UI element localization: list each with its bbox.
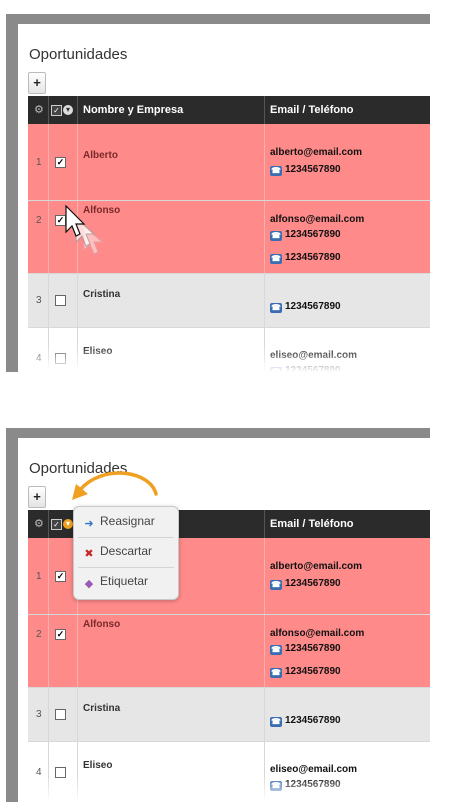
row-number: 2: [36, 629, 42, 640]
phone-icon: ☎: [270, 580, 282, 590]
row-checkbox[interactable]: ✓: [55, 157, 66, 168]
column-header-contact[interactable]: Email / Teléfono: [270, 96, 354, 124]
row-number: 2: [36, 215, 42, 226]
gear-icon[interactable]: ⚙: [34, 104, 46, 116]
contact-phone[interactable]: ☎ 1234567890: [270, 715, 341, 727]
row-number: 3: [36, 295, 42, 306]
row-checkbox[interactable]: [55, 767, 66, 778]
row-checkbox[interactable]: [55, 709, 66, 720]
contact-phone[interactable]: ☎ 1234567890: [270, 643, 341, 655]
row-checkbox[interactable]: ✓: [55, 571, 66, 582]
header-divider: [48, 510, 49, 538]
page-title: Oportunidades: [29, 46, 128, 63]
menu-item-etiquetar[interactable]: ◆ Etiquetar: [82, 570, 148, 592]
phone-icon: ☎: [270, 254, 282, 264]
contact-name[interactable]: Alberto: [83, 150, 118, 161]
column-header-name[interactable]: Nombre y Empresa: [83, 96, 183, 124]
contact-name[interactable]: Alfonso: [83, 619, 120, 630]
contact-name[interactable]: Cristina: [83, 703, 120, 714]
contact-phone[interactable]: ☎ 1234567890: [270, 365, 341, 372]
phone-icon: ☎: [270, 166, 282, 176]
contact-phone[interactable]: ☎ 1234567890: [270, 578, 341, 590]
bulk-actions-menu: ➜ Reasignar ✖ Descartar ◆ Etiquetar: [73, 506, 179, 600]
row-number: 3: [36, 709, 42, 720]
chevron-down-icon[interactable]: ▾: [63, 105, 73, 115]
phone-icon: ☎: [270, 645, 282, 655]
header-divider: [77, 96, 78, 124]
contact-phone[interactable]: ☎ 1234567890: [270, 164, 341, 176]
contact-phone[interactable]: ☎ 1234567890: [270, 301, 341, 313]
add-button[interactable]: +: [28, 486, 46, 508]
arrow-right-icon: ➜: [84, 518, 94, 530]
row-checkbox[interactable]: [55, 353, 66, 364]
contact-name[interactable]: Eliseo: [83, 760, 112, 771]
menu-item-reasignar[interactable]: ➜ Reasignar: [82, 510, 154, 532]
column-header-contact[interactable]: Email / Teléfono: [270, 510, 354, 538]
row-number: 1: [36, 571, 42, 582]
contact-email[interactable]: eliseo@email.com: [270, 764, 357, 775]
contact-name[interactable]: Cristina: [83, 289, 120, 300]
header-divider: [264, 510, 265, 538]
select-all-checkbox-icon[interactable]: ✓: [51, 105, 62, 116]
menu-divider: [78, 567, 174, 568]
table-row[interactable]: 3 Cristina ☎ 1234567890: [28, 274, 430, 328]
contact-email[interactable]: alberto@email.com: [270, 561, 362, 572]
row-checkbox[interactable]: ✓: [55, 629, 66, 640]
row-number: 1: [36, 157, 42, 168]
chevron-down-icon[interactable]: ▾: [63, 519, 73, 529]
phone-icon: ☎: [270, 367, 282, 372]
phone-icon: ☎: [270, 231, 282, 241]
contact-phone[interactable]: ☎ 1234567890: [270, 666, 341, 678]
table-row[interactable]: 4 Eliseo eliseo@email.com ☎ 1234567890: [28, 328, 430, 372]
phone-icon: ☎: [270, 781, 282, 791]
table-row[interactable]: 4 Eliseo eliseo@email.com ☎ 1234567890: [28, 742, 430, 802]
contact-email[interactable]: eliseo@email.com: [270, 350, 357, 361]
tag-icon: ◆: [84, 578, 94, 590]
contact-email[interactable]: alfonso@email.com: [270, 628, 364, 639]
contact-email[interactable]: alberto@email.com: [270, 147, 362, 158]
header-divider: [48, 96, 49, 124]
contact-phone[interactable]: ☎ 1234567890: [270, 229, 341, 241]
panel-top: Oportunidades + ⚙ ✓ ▾ Nombre y Empresa E…: [6, 14, 430, 372]
contact-email[interactable]: alfonso@email.com: [270, 214, 364, 225]
contact-name[interactable]: Eliseo: [83, 346, 112, 357]
phone-icon: ☎: [270, 303, 282, 313]
phone-icon: ☎: [270, 668, 282, 678]
add-button[interactable]: +: [28, 72, 46, 94]
curved-arrow-icon: [72, 471, 158, 500]
row-number: 4: [36, 767, 42, 778]
table-header: ⚙ ✓ ▾ Nombre y Empresa Email / Teléfono: [28, 96, 430, 124]
contact-phone[interactable]: ☎ 1234567890: [270, 779, 341, 791]
menu-item-descartar[interactable]: ✖ Descartar: [82, 540, 152, 562]
phone-icon: ☎: [270, 717, 282, 727]
discard-icon: ✖: [84, 548, 94, 560]
table-row[interactable]: 2 ✓ Alfonso alfonso@email.com ☎ 123456789…: [28, 615, 430, 688]
row-checkbox[interactable]: [55, 295, 66, 306]
mouse-pointer-icon: [65, 204, 104, 255]
table-row[interactable]: 1 ✓ Alberto alberto@email.com ☎ 123456789…: [28, 124, 430, 201]
select-all-checkbox-icon[interactable]: ✓: [51, 519, 62, 530]
header-divider: [264, 96, 265, 124]
table-row[interactable]: 3 Cristina ☎ 1234567890: [28, 688, 430, 742]
contact-phone[interactable]: ☎ 1234567890: [270, 252, 341, 264]
gear-icon[interactable]: ⚙: [34, 518, 46, 530]
row-number: 4: [36, 353, 42, 364]
menu-divider: [78, 537, 174, 538]
